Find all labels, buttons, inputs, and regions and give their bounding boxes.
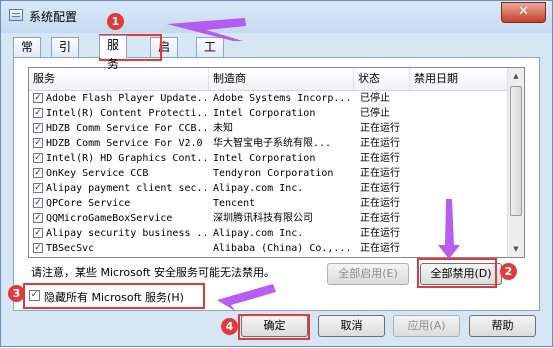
arrow-to-hide-ms (217, 284, 276, 311)
system-config-window: 系统配置 ✕ 常规 引导 服务 启动 工具 服务 制造商 状态 禁用日期 ✓Ad… (0, 0, 553, 347)
arrow-to-services-tab (167, 18, 246, 41)
annotation-arrows (167, 18, 460, 311)
arrow-to-disable-all (438, 199, 460, 259)
tab-services[interactable]: 服务 (99, 35, 128, 71)
